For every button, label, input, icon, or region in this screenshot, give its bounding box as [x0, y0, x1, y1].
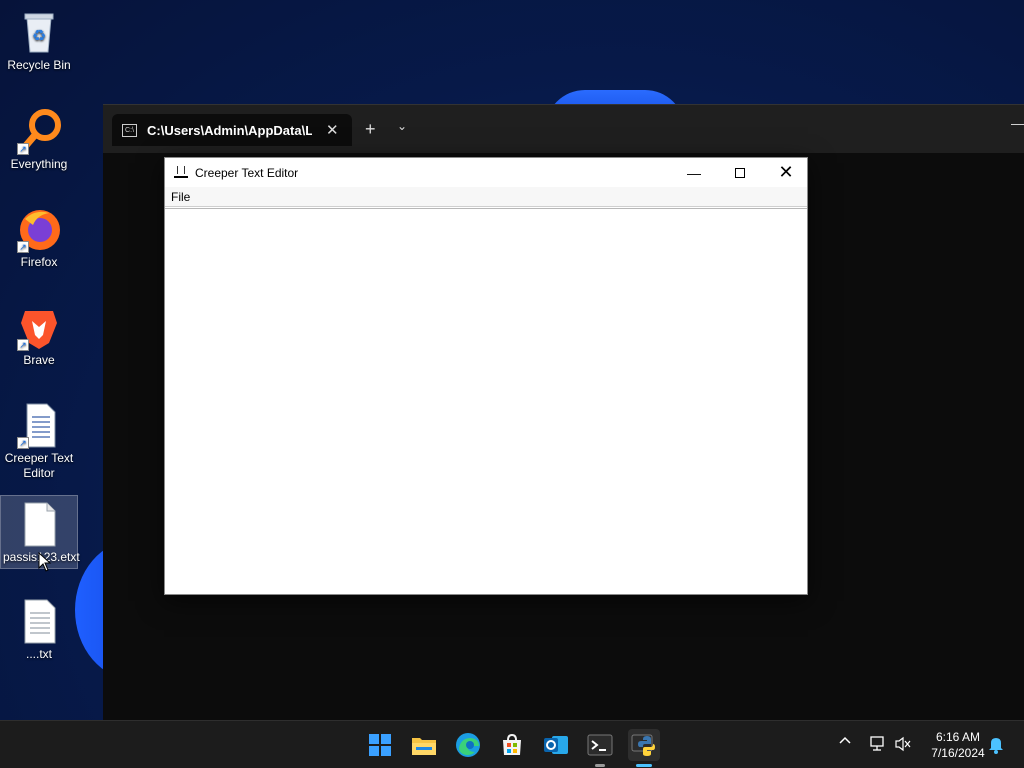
menu-file[interactable]: File [171, 190, 190, 204]
editor-window-title: Creeper Text Editor [195, 165, 299, 180]
desktop-icon-brave[interactable]: ↗ Brave [0, 299, 78, 371]
shortcut-arrow-icon: ↗ [17, 339, 29, 351]
tab-close-icon[interactable]: ✕ [326, 121, 339, 139]
network-status[interactable] [868, 736, 886, 755]
desktop-icon-txt-file[interactable]: ....txt [0, 593, 78, 665]
system-clock[interactable]: 6:16 AM 7/16/2024 [918, 729, 998, 761]
volume-muted-icon [895, 736, 911, 752]
desktop-icon-label: Everything [10, 157, 68, 171]
desktop-icon-label: Brave [23, 353, 55, 367]
command-prompt-icon: C:\ [122, 123, 137, 137]
everything-icon: ↗ [15, 107, 63, 155]
folder-icon [412, 738, 436, 755]
tab-dropdown-button[interactable]: ⌄ [397, 119, 407, 133]
windows-logo-icon [369, 734, 391, 756]
firefox-icon: ↗ [15, 205, 63, 253]
bell-icon [989, 738, 1003, 754]
editor-app-icon [174, 165, 188, 181]
outlook-mail-icon [544, 736, 568, 754]
terminal-minimize-button[interactable]: — [1011, 115, 1024, 131]
taskbar-file-explorer[interactable] [408, 729, 440, 761]
editor-text-area[interactable] [165, 208, 807, 594]
desktop-icon-firefox[interactable]: ↗ Firefox [0, 201, 78, 273]
editor-minimize-button[interactable]: — [671, 158, 717, 187]
desktop-icon-recycle-bin[interactable]: ♻ Recycle Bin [0, 4, 78, 76]
volume-status[interactable] [894, 736, 912, 755]
blank-file-icon [15, 500, 63, 548]
clock-date: 7/16/2024 [931, 746, 985, 760]
mouse-cursor-icon [38, 552, 52, 572]
taskbar: 6:16 AM 7/16/2024 [0, 720, 1024, 768]
taskbar-python[interactable] [628, 729, 660, 767]
desktop-icon-label: Recycle Bin [7, 58, 71, 72]
shortcut-arrow-icon: ↗ [17, 437, 29, 449]
shortcut-arrow-icon: ↗ [17, 143, 29, 155]
desktop-icon-label: ....txt [25, 647, 52, 661]
desktop-icon-label: Creeper Text Editor [4, 451, 74, 480]
new-tab-button[interactable]: + [365, 119, 376, 140]
terminal-tab-title: C:\Users\Admin\AppData\Loc [147, 122, 312, 138]
taskbar-microsoft-store[interactable] [496, 729, 528, 761]
tray-overflow-chevron[interactable] [838, 733, 852, 752]
maximize-icon [735, 167, 745, 178]
recycle-bin-icon: ♻ [15, 8, 63, 56]
network-icon [870, 736, 884, 751]
editor-titlebar[interactable]: Creeper Text Editor — ✕ [165, 158, 807, 187]
terminal-icon [587, 734, 613, 756]
editor-menubar: File [165, 187, 807, 207]
shortcut-arrow-icon: ↗ [17, 241, 29, 253]
desktop-icon-label: Firefox [20, 255, 58, 269]
desktop-icon-everything[interactable]: ↗ Everything [0, 103, 78, 175]
desktop-icon-creeper-text-editor[interactable]: ↗ Creeper Text Editor [0, 397, 78, 484]
svg-text:♻: ♻ [32, 26, 46, 45]
clock-time: 6:16 AM [935, 730, 981, 744]
text-file-icon [15, 597, 63, 645]
taskbar-outlook[interactable] [540, 729, 572, 761]
taskbar-edge[interactable] [452, 729, 484, 761]
notifications-button[interactable] [988, 736, 1004, 757]
editor-maximize-button[interactable] [717, 158, 763, 187]
terminal-titlebar[interactable]: C:\ C:\Users\Admin\AppData\Loc ✕ + ⌄ — [103, 105, 1024, 153]
active-window-indicator [636, 764, 652, 767]
running-indicator [595, 764, 605, 767]
start-button[interactable] [364, 729, 396, 761]
editor-close-button[interactable]: ✕ [763, 158, 809, 187]
edge-browser-icon [456, 733, 480, 757]
brave-lion-icon: ↗ [15, 303, 63, 351]
store-bag-icon [503, 733, 521, 755]
terminal-tab[interactable]: C:\ C:\Users\Admin\AppData\Loc ✕ [112, 114, 352, 146]
python-app-icon [631, 734, 655, 756]
taskbar-terminal[interactable] [584, 729, 616, 767]
text-document-icon: ↗ [15, 401, 63, 449]
chevron-up-icon [839, 736, 851, 744]
creeper-text-editor-window[interactable]: Creeper Text Editor — ✕ File [164, 157, 808, 595]
